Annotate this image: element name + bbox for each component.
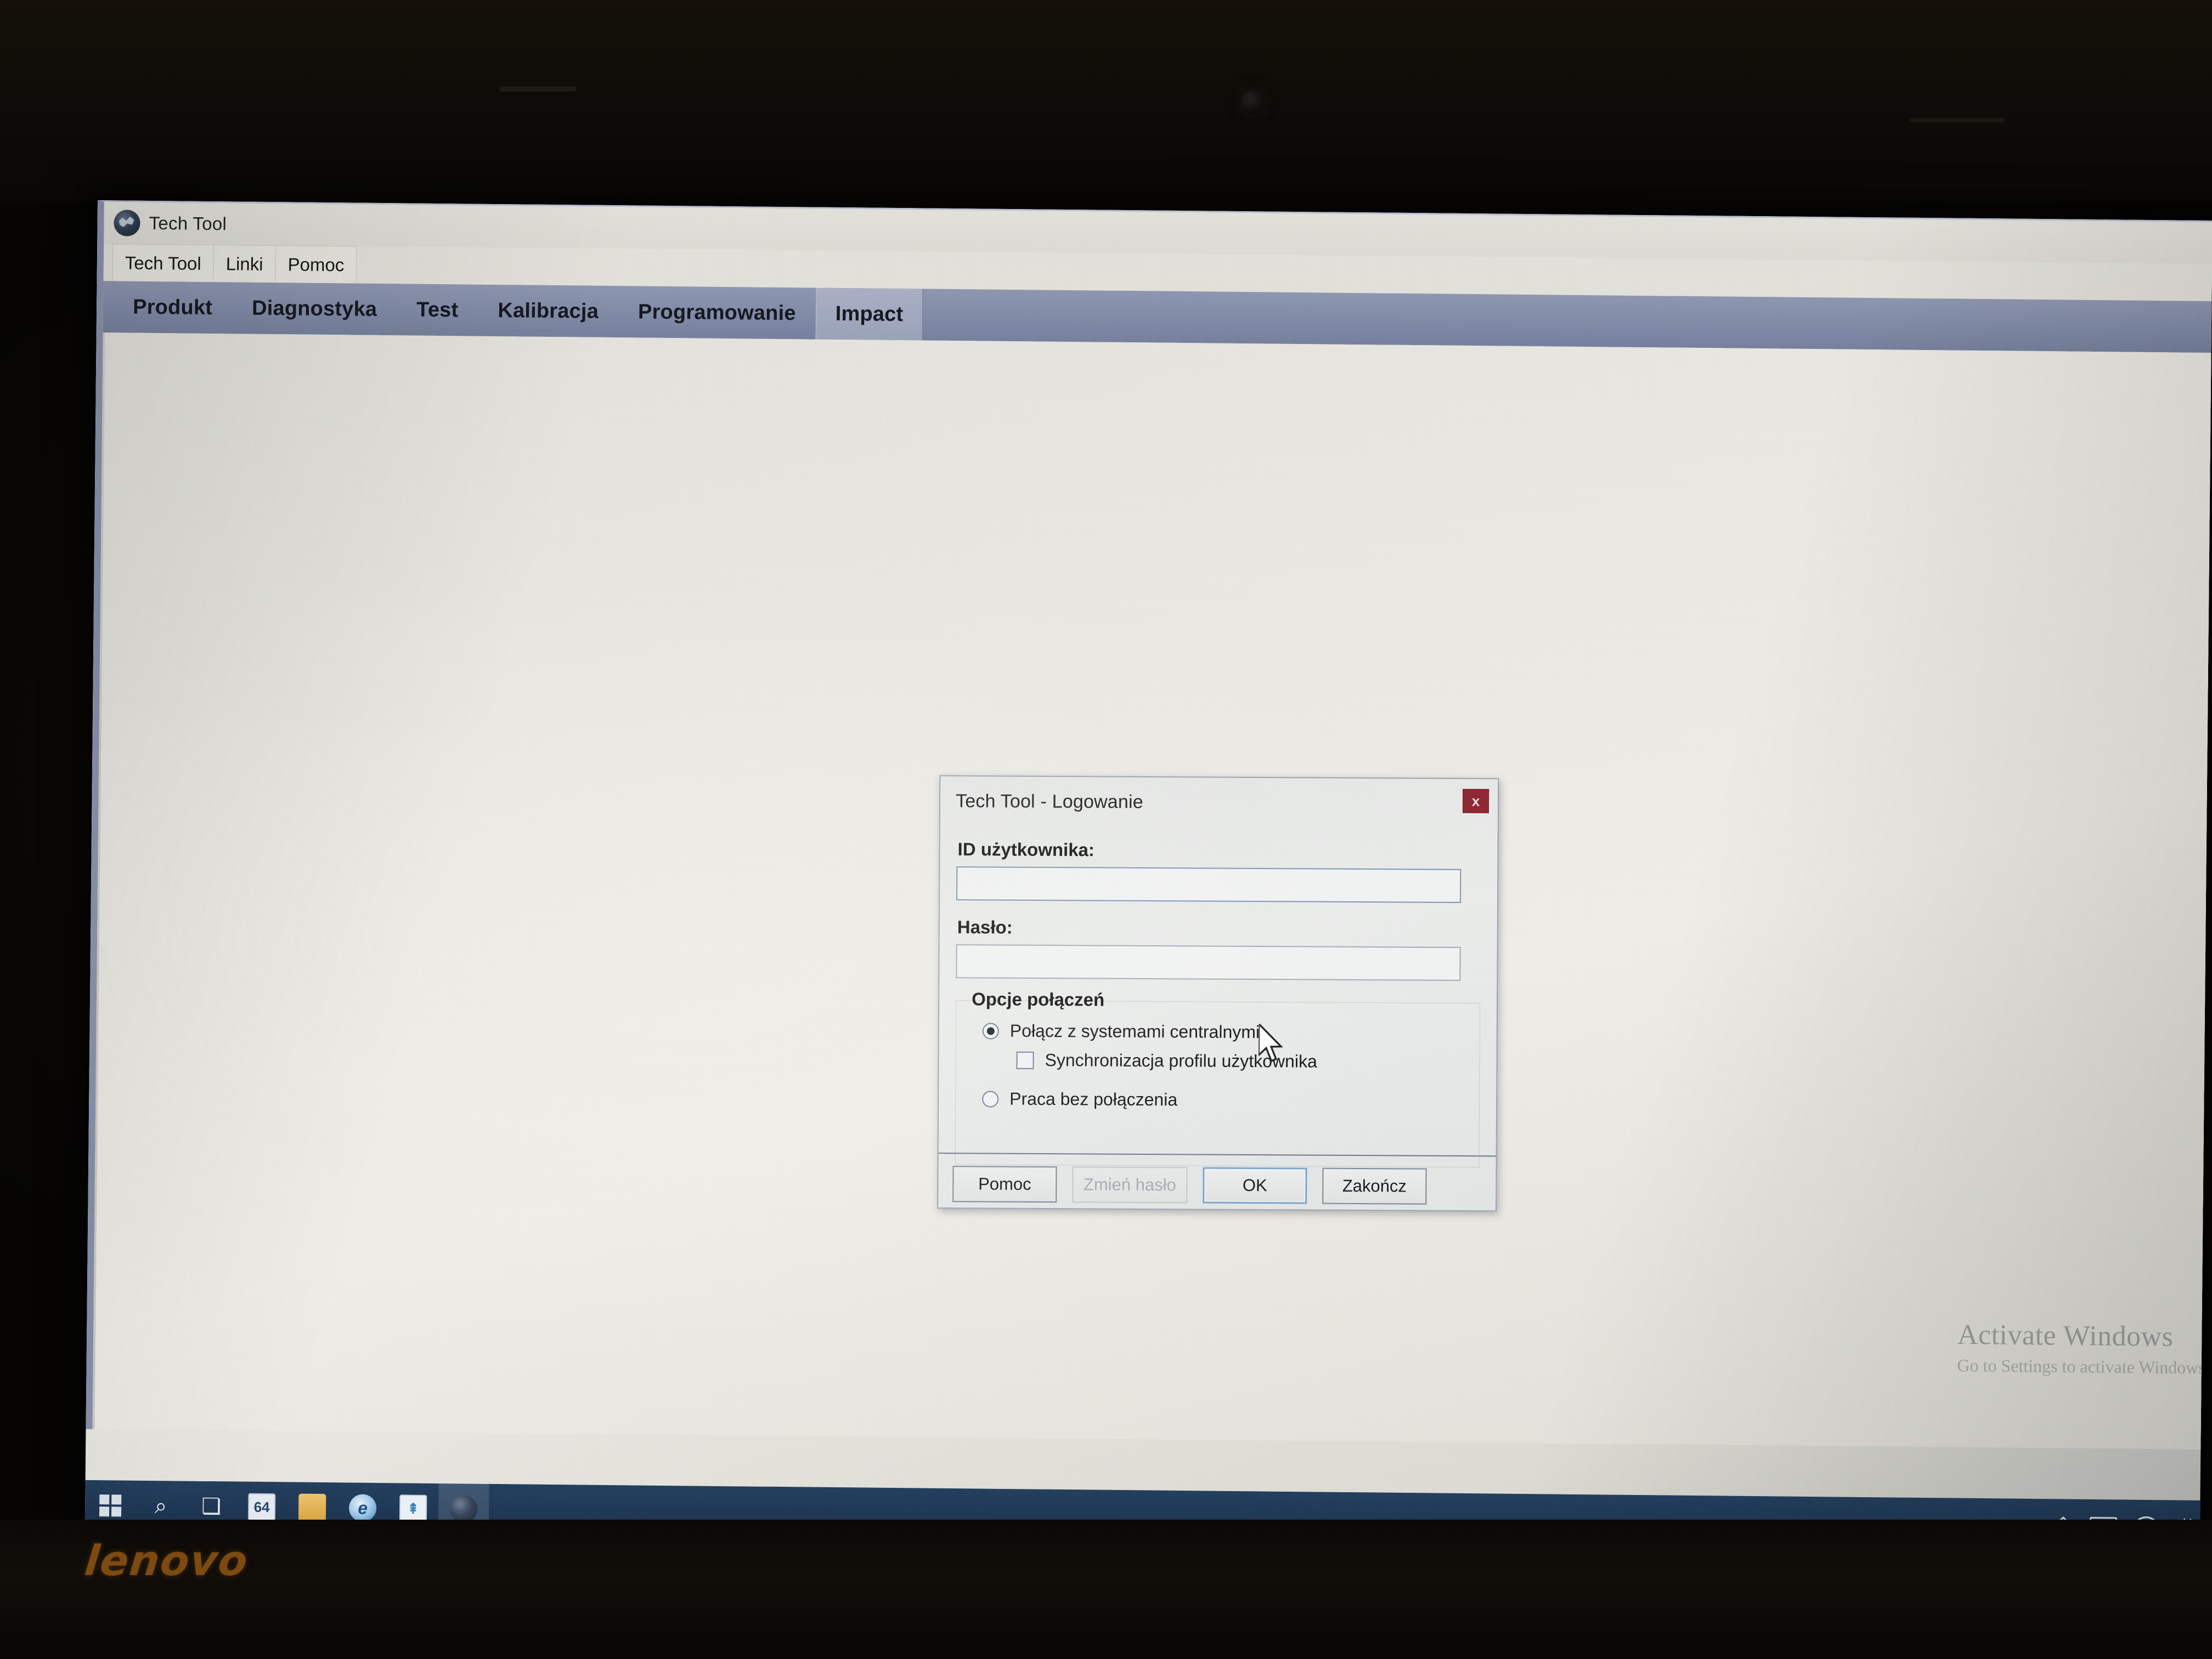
- dialog-button-bar: Pomoc Zmień hasło OK Zakończ: [938, 1153, 1496, 1205]
- bezel-vent-left: [499, 87, 576, 92]
- connection-options-title: Opcje połączeń: [972, 989, 1105, 1010]
- login-dialog: Tech Tool - Logowanie x ID użytkownika: …: [937, 775, 1499, 1212]
- connection-options-group: Opcje połączeń Połącz z systemami centra…: [955, 989, 1481, 1168]
- search-icon: ⌕: [154, 1494, 167, 1519]
- activate-windows-watermark: Activate Windows Go to Settings to activ…: [1957, 1319, 2205, 1378]
- tech-tool-taskbar-icon: [449, 1495, 478, 1523]
- bezel-vent-right: [1909, 118, 2005, 122]
- tab-label: Kalibracja: [498, 298, 599, 323]
- user-id-input[interactable]: [956, 866, 1462, 903]
- tab-diagnostyka[interactable]: Diagnostyka: [232, 282, 397, 335]
- tab-produkt[interactable]: Produkt: [113, 281, 233, 334]
- change-password-button: Zmień hasło: [1072, 1166, 1188, 1204]
- close-icon[interactable]: x: [1462, 789, 1489, 814]
- checkbox-sync-profile-icon[interactable]: [1016, 1051, 1034, 1069]
- radio-connect-central-icon[interactable]: [982, 1022, 999, 1040]
- tab-label: Impact: [835, 302, 904, 326]
- radio-connect-central-label: Połącz z systemami centralnymi: [1009, 1020, 1260, 1042]
- menu-item-tech-tool[interactable]: Tech Tool: [112, 244, 215, 283]
- tab-label: Test: [416, 298, 459, 321]
- watermark-line-1: Activate Windows: [1957, 1319, 2174, 1353]
- help-button[interactable]: Pomoc: [952, 1166, 1057, 1203]
- main-content-area: Activate Windows Go to Settings to activ…: [92, 332, 2212, 1450]
- task-view-icon: ❏: [201, 1494, 222, 1519]
- blue-app-icon: ⇞: [399, 1494, 427, 1522]
- radio-offline-icon[interactable]: [982, 1090, 999, 1108]
- menu-item-label: Pomoc: [287, 253, 345, 275]
- tab-kalibracja[interactable]: Kalibracja: [478, 285, 619, 337]
- tab-label: Produkt: [132, 295, 213, 319]
- watermark-line-2: Go to Settings to activate Windows: [1957, 1355, 2205, 1378]
- laptop-screen: Tech Tool Tech Tool Linki Pomoc Produkt: [84, 200, 2212, 1551]
- internet-explorer-icon: e: [348, 1494, 377, 1522]
- menu-item-pomoc[interactable]: Pomoc: [275, 245, 357, 284]
- ok-button[interactable]: OK: [1203, 1167, 1307, 1204]
- dialog-body: ID użytkownika: Hasło: Opcje połączeń Po…: [939, 839, 1498, 1168]
- laptop-photo: Tech Tool Tech Tool Linki Pomoc Produkt: [0, 0, 2212, 1659]
- lenovo-logo: lenovo: [82, 1536, 251, 1585]
- radio-offline-label: Praca bez połączenia: [1009, 1088, 1178, 1110]
- tech-tool-globe-icon: [114, 210, 140, 236]
- window-title: Tech Tool: [149, 212, 227, 234]
- password-input[interactable]: [956, 944, 1461, 981]
- menu-item-label: Tech Tool: [125, 252, 201, 274]
- dialog-header: Tech Tool - Logowanie x: [940, 776, 1498, 834]
- radio-connect-central-row[interactable]: Połącz z systemami centralnymi: [956, 1020, 1480, 1043]
- menu-item-label: Linki: [225, 253, 263, 274]
- tab-impact[interactable]: Impact: [815, 287, 923, 341]
- password-label: Hasło:: [957, 917, 1013, 938]
- windows-logo-icon: [99, 1494, 122, 1517]
- calculator-icon: 64: [247, 1493, 276, 1521]
- tab-programowanie[interactable]: Programowanie: [618, 286, 816, 339]
- webcam-icon: [1241, 91, 1264, 114]
- checkbox-sync-profile-row[interactable]: Synchronizacja profilu użytkownika: [956, 1049, 1479, 1073]
- laptop-bottom-bezel: [0, 1520, 2212, 1659]
- folder-icon: [298, 1493, 326, 1522]
- tab-label: Diagnostyka: [251, 296, 377, 321]
- menu-item-linki[interactable]: Linki: [213, 245, 276, 283]
- cancel-button[interactable]: Zakończ: [1322, 1167, 1427, 1205]
- tab-label: Programowanie: [637, 300, 796, 325]
- dialog-title: Tech Tool - Logowanie: [955, 791, 1144, 812]
- user-id-label: ID użytkownika:: [957, 839, 1095, 860]
- tech-tool-window: Tech Tool Tech Tool Linki Pomoc Produkt: [86, 200, 2212, 1450]
- tab-test[interactable]: Test: [397, 284, 478, 336]
- radio-offline-row[interactable]: Praca bez połączenia: [956, 1088, 1479, 1111]
- laptop-top-bezel: [0, 0, 2212, 203]
- checkbox-sync-profile-label: Synchronizacja profilu użytkownika: [1045, 1050, 1317, 1071]
